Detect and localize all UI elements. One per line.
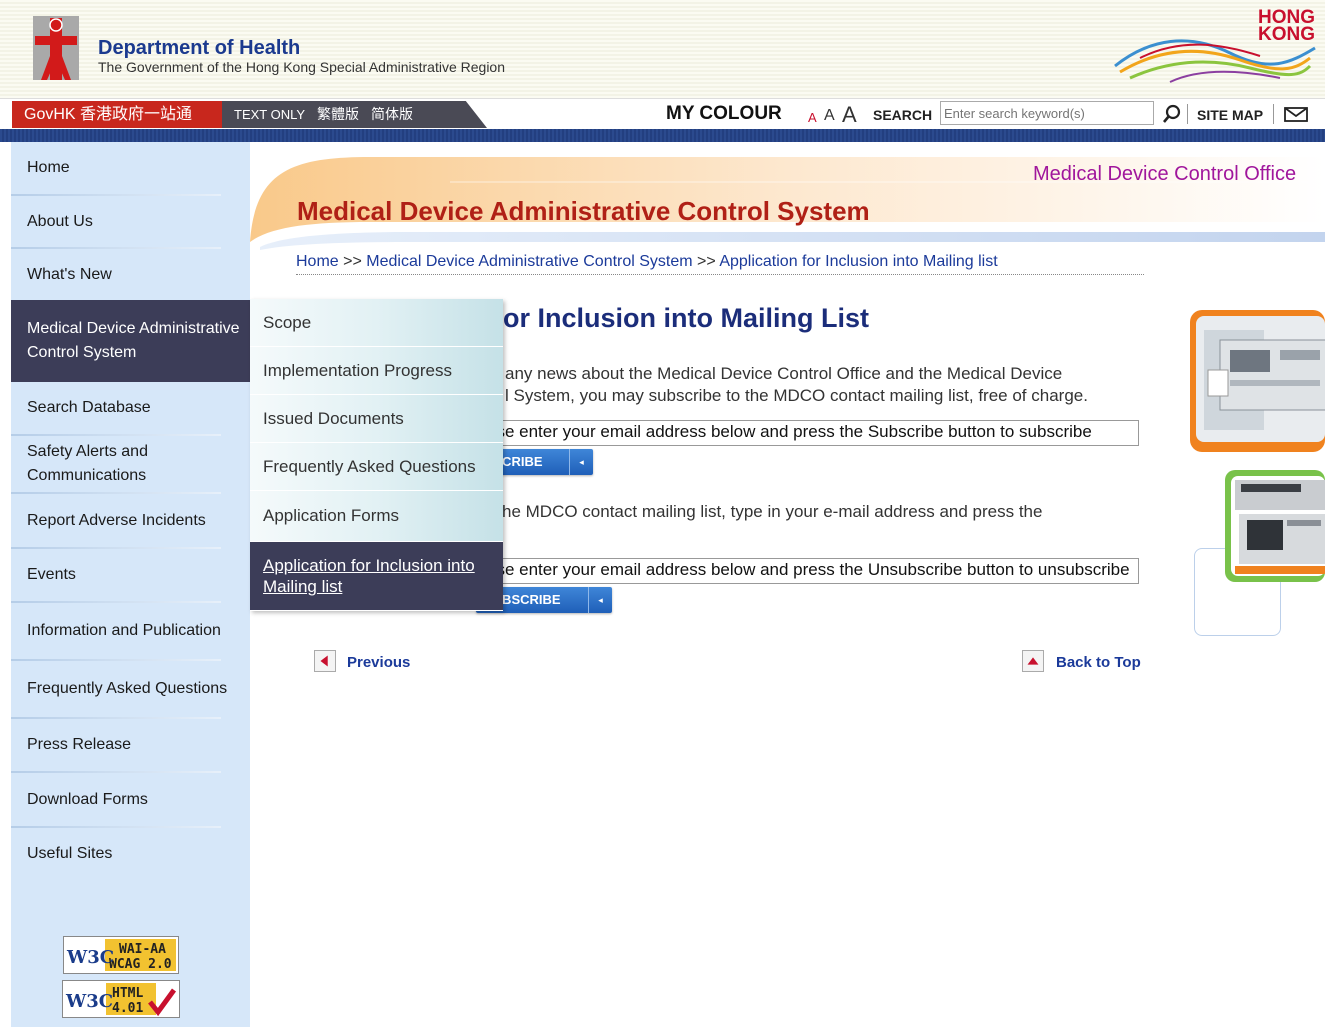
font-size-small-button[interactable]: A	[808, 110, 817, 125]
w3c-text: W3C	[65, 991, 113, 1012]
unsubscribe-email-input[interactable]: ase enter your email address below and p…	[480, 558, 1139, 584]
medical-device-image	[1225, 470, 1325, 582]
font-size-medium-button[interactable]: A	[824, 107, 835, 125]
traditional-chinese-link[interactable]: 繁體版	[317, 106, 359, 122]
search-input[interactable]	[940, 101, 1154, 125]
previous-arrow-icon[interactable]	[314, 650, 336, 672]
back-to-top-arrow-icon[interactable]	[1022, 650, 1044, 672]
hong-kong-brand-text: HONG KONG	[1258, 8, 1315, 45]
wcag-text: WCAG 2.0	[109, 957, 172, 972]
html-text: HTML	[112, 986, 143, 1001]
sidebar-item-information-publication[interactable]: Information and Publication	[11, 603, 250, 659]
wai-text: WAI-AA	[119, 942, 166, 957]
sidebar-item-about-us[interactable]: About Us	[11, 196, 250, 247]
w3c-text: W3C	[66, 947, 114, 968]
toolbar-divider	[1187, 104, 1188, 124]
back-to-top-link[interactable]: Back to Top	[1056, 654, 1141, 671]
medical-device-image	[1190, 310, 1325, 452]
mail-icon[interactable]	[1283, 105, 1309, 123]
unsubscribe-instruction-text: he MDCO contact mailing list, type in yo…	[502, 502, 1043, 521]
sidebar-item-press-release[interactable]: Press Release	[11, 719, 250, 771]
button-arrow-icon: ◂	[569, 449, 593, 475]
font-size-large-button[interactable]: A	[842, 102, 857, 128]
submenu-item-application-forms[interactable]: Application Forms	[250, 491, 503, 542]
office-title: Medical Device Control Office	[1033, 163, 1297, 185]
search-label: SEARCH	[873, 107, 933, 123]
site-map-link[interactable]: SITE MAP	[1197, 107, 1263, 123]
submenu-item-scope[interactable]: Scope	[250, 299, 503, 347]
sidebar-item-useful-sites[interactable]: Useful Sites	[11, 828, 250, 880]
system-title: Medical Device Administrative Control Sy…	[297, 196, 870, 226]
department-name[interactable]: Department of Health	[98, 37, 300, 60]
intro-text-line-2: l System, you may subscribe to the MDCO …	[505, 386, 1088, 405]
html-version-text: 4.01	[112, 1001, 143, 1016]
breadcrumb-home-link[interactable]: Home	[296, 253, 339, 270]
submenu-item-mailing-list[interactable]: Application for Inclusion into Mailing l…	[250, 542, 503, 611]
w3c-wai-aa-badge[interactable]: W3C WAI-AA WCAG 2.0	[63, 936, 179, 974]
submenu-item-implementation-progress[interactable]: Implementation Progress	[250, 347, 503, 395]
sidebar-item-download-forms[interactable]: Download Forms	[11, 773, 250, 826]
breadcrumb-separator: >>	[692, 253, 720, 270]
subscribe-email-input[interactable]: ase enter your email address below and p…	[480, 420, 1139, 446]
toolbar-divider	[1273, 104, 1274, 124]
my-colour-link[interactable]: MY COLOUR	[666, 103, 782, 125]
breadcrumb-mdacs-link[interactable]: Medical Device Administrative Control Sy…	[366, 253, 692, 270]
sidebar-item-faq[interactable]: Frequently Asked Questions	[11, 661, 250, 717]
page-title: or Inclusion into Mailing List	[503, 303, 869, 333]
sidebar-item-mdacs[interactable]: Medical Device Administrative Control Sy…	[11, 300, 250, 382]
sidebar-item-safety-alerts[interactable]: Safety Alerts and Communications	[11, 436, 250, 492]
submenu-item-issued-documents[interactable]: Issued Documents	[250, 395, 503, 443]
govhk-link[interactable]: GovHK 香港政府一站通	[12, 101, 222, 128]
intro-text-line-1: any news about the Medical Device Contro…	[505, 364, 1063, 383]
search-icon[interactable]	[1161, 103, 1183, 125]
site-header: Department of Health The Government of t…	[0, 0, 1325, 98]
breadcrumb-current-link[interactable]: Application for Inclusion into Mailing l…	[719, 253, 997, 270]
sidebar-item-home[interactable]: Home	[11, 142, 250, 194]
top-toolbar: GovHK 香港政府一站通 TEXT ONLY 繁體版 简体版 MY COLOUR …	[0, 98, 1325, 129]
sidebar-item-whats-new[interactable]: What's New	[11, 249, 250, 300]
sidebar-nav: Home About Us What's New Medical Device …	[11, 142, 250, 1027]
brand-line-2: KONG	[1258, 24, 1315, 45]
sidebar-item-search-database[interactable]: Search Database	[11, 382, 250, 434]
mdacs-submenu: Scope Implementation Progress Issued Doc…	[250, 299, 503, 611]
previous-link[interactable]: Previous	[347, 654, 410, 671]
department-of-health-logo[interactable]	[33, 16, 79, 80]
header-divider-bar	[0, 129, 1325, 142]
text-only-link[interactable]: TEXT ONLY	[234, 107, 305, 122]
breadcrumb: Home >> Medical Device Administrative Co…	[296, 253, 1144, 275]
w3c-html-badge[interactable]: W3C HTML 4.01	[62, 980, 180, 1018]
department-subtitle: The Government of the Hong Kong Special …	[98, 59, 506, 75]
button-arrow-icon: ◂	[588, 587, 612, 613]
simplified-chinese-link[interactable]: 简体版	[371, 106, 413, 122]
language-bar: TEXT ONLY 繁體版 简体版	[222, 101, 487, 128]
breadcrumb-separator: >>	[338, 253, 367, 270]
sidebar-item-report-adverse-incidents[interactable]: Report Adverse Incidents	[11, 494, 250, 547]
submenu-item-faq[interactable]: Frequently Asked Questions	[250, 443, 503, 491]
sidebar-item-events[interactable]: Events	[11, 549, 250, 601]
